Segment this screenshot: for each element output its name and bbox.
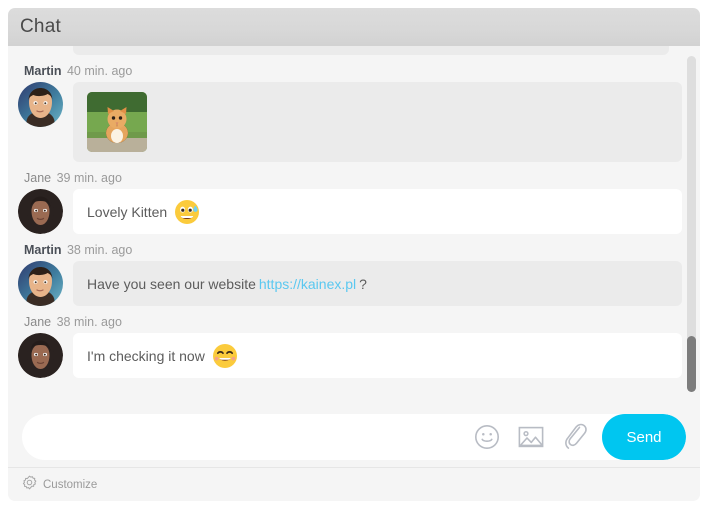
chat-widget: Chat Martin 40 min. ago Jane 39 min. ago… — [0, 0, 708, 509]
message-list: Martin 40 min. ago Jane 39 min. ago Love… — [8, 46, 700, 401]
gear-icon — [22, 475, 37, 495]
kitten-photo[interactable] — [87, 92, 147, 152]
chat-header: Chat — [8, 8, 700, 46]
message-link[interactable]: https://kainex.pl — [259, 276, 356, 292]
message-meta: Martin 38 min. ago — [18, 242, 682, 258]
message-scrollbar-track[interactable] — [687, 56, 696, 392]
message-sender: Martin — [24, 243, 62, 257]
message-meta: Martin 40 min. ago — [18, 63, 682, 79]
chat-body: Martin 40 min. ago Jane 39 min. ago Love… — [8, 46, 700, 501]
message-composer: Send — [22, 414, 686, 460]
message-timestamp: 39 min. ago — [56, 171, 122, 185]
message-row: I'm checking it now — [18, 333, 682, 378]
message-scrollbar-thumb[interactable] — [687, 336, 696, 392]
image-icon[interactable] — [514, 414, 548, 460]
paperclip-icon[interactable] — [558, 414, 592, 460]
message-row: Have you seen our website https://kainex… — [18, 261, 682, 306]
message-group: Jane 39 min. ago Lovely Kitten — [18, 170, 682, 234]
message-bubble: I'm checking it now — [73, 333, 682, 378]
avatar[interactable] — [18, 189, 63, 234]
message-timestamp: 40 min. ago — [66, 64, 133, 78]
chat-footer: Customize — [8, 467, 700, 501]
message-bubble: Have you seen our website https://kainex… — [73, 261, 682, 306]
customize-button[interactable]: Customize — [22, 475, 97, 495]
message-text: I'm checking it now — [87, 347, 205, 364]
message-sender: Jane — [24, 171, 52, 185]
page-title: Chat — [20, 16, 61, 37]
message-meta: Jane 38 min. ago — [18, 314, 682, 330]
message-text: Lovely Kitten — [87, 203, 168, 220]
message-row — [18, 82, 682, 162]
smiling-face-with-smiling-eyes-emoji — [212, 343, 238, 369]
grinning-face-with-sweat-emoji — [174, 199, 200, 225]
message-sender: Martin — [24, 64, 62, 78]
message-sender: Jane — [24, 315, 52, 329]
message-bubble — [73, 82, 682, 162]
customize-label: Customize — [43, 478, 98, 491]
message-timestamp: 38 min. ago — [66, 243, 133, 257]
message-meta: Jane 39 min. ago — [18, 170, 682, 186]
message-group: Martin 40 min. ago — [18, 63, 682, 162]
message-group: Martin 38 min. ago Have you seen our web… — [18, 242, 682, 306]
message-text-after-link: ? — [359, 275, 367, 292]
message-timestamp: 38 min. ago — [56, 315, 122, 329]
message-bubble: Lovely Kitten — [73, 189, 682, 234]
send-button[interactable]: Send — [602, 414, 686, 460]
avatar[interactable] — [18, 82, 63, 127]
message-row: Lovely Kitten — [18, 189, 682, 234]
scrolled-off-message — [73, 46, 669, 55]
smiley-icon[interactable] — [470, 414, 504, 460]
avatar[interactable] — [18, 333, 63, 378]
message-input[interactable] — [22, 414, 470, 460]
message-text-before-link: Have you seen our website — [87, 275, 256, 292]
avatar[interactable] — [18, 261, 63, 306]
message-group: Jane 38 min. ago I'm checking it now — [18, 314, 682, 378]
